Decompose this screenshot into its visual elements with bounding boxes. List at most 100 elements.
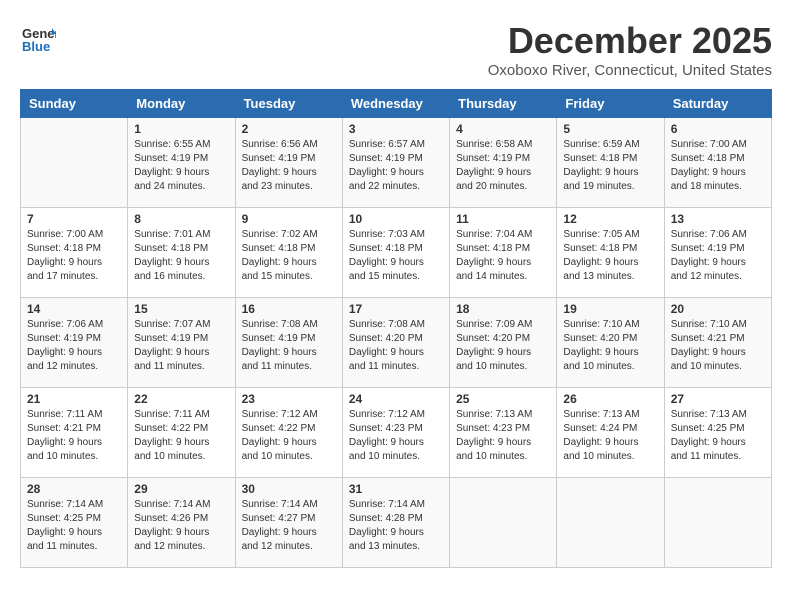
day-info: Sunrise: 6:56 AMSunset: 4:19 PMDaylight:… xyxy=(242,138,336,194)
calendar-cell: 14 Sunrise: 7:06 AMSunset: 4:19 PMDayligh… xyxy=(21,298,128,388)
day-number: 19 xyxy=(563,302,657,316)
day-info: Sunrise: 7:11 AMSunset: 4:21 PMDaylight:… xyxy=(27,408,121,464)
weekday-header: Saturday xyxy=(664,90,771,118)
weekday-header: Sunday xyxy=(21,90,128,118)
calendar-cell: 27 Sunrise: 7:13 AMSunset: 4:25 PMDayligh… xyxy=(664,388,771,478)
day-number: 6 xyxy=(671,122,765,136)
weekday-header: Thursday xyxy=(450,90,557,118)
calendar-cell xyxy=(664,478,771,568)
day-number: 14 xyxy=(27,302,121,316)
weekday-row: SundayMondayTuesdayWednesdayThursdayFrid… xyxy=(21,90,772,118)
calendar-table: SundayMondayTuesdayWednesdayThursdayFrid… xyxy=(20,89,772,568)
calendar-cell: 17 Sunrise: 7:08 AMSunset: 4:20 PMDayligh… xyxy=(342,298,449,388)
day-info: Sunrise: 7:14 AMSunset: 4:25 PMDaylight:… xyxy=(27,498,121,554)
day-info: Sunrise: 7:13 AMSunset: 4:23 PMDaylight:… xyxy=(456,408,550,464)
day-number: 8 xyxy=(134,212,228,226)
day-number: 27 xyxy=(671,392,765,406)
day-number: 23 xyxy=(242,392,336,406)
title-area: December 2025 Oxoboxo River, Connecticut… xyxy=(488,20,772,79)
calendar-cell: 19Sunrise: 7:10 AMSunset: 4:20 PMDayligh… xyxy=(557,298,664,388)
calendar-week-row: 7Sunrise: 7:00 AMSunset: 4:18 PMDaylight… xyxy=(21,208,772,298)
logo: General Blue xyxy=(20,20,56,56)
calendar-cell: 15Sunrise: 7:07 AMSunset: 4:19 PMDayligh… xyxy=(128,298,235,388)
day-info: Sunrise: 7:01 AMSunset: 4:18 PMDaylight:… xyxy=(134,228,228,284)
calendar-cell xyxy=(21,118,128,208)
day-info: Sunrise: 6:58 AMSunset: 4:19 PMDaylight:… xyxy=(456,138,550,194)
calendar-cell: 22Sunrise: 7:11 AMSunset: 4:22 PMDayligh… xyxy=(128,388,235,478)
calendar-cell: 18 Sunrise: 7:09 AMSunset: 4:20 PMDayligh… xyxy=(450,298,557,388)
calendar-cell xyxy=(450,478,557,568)
calendar-cell: 9 Sunrise: 7:02 AMSunset: 4:18 PMDaylight… xyxy=(235,208,342,298)
day-info: Sunrise: 7:06 AMSunset: 4:19 PMDaylight:… xyxy=(671,228,765,284)
day-info: Sunrise: 7:13 AMSunset: 4:25 PMDaylight:… xyxy=(671,408,765,464)
day-number: 30 xyxy=(242,482,336,496)
calendar-cell: 23Sunrise: 7:12 AMSunset: 4:22 PMDayligh… xyxy=(235,388,342,478)
logo-icon: General Blue xyxy=(20,20,56,56)
weekday-header: Friday xyxy=(557,90,664,118)
calendar-cell: 21Sunrise: 7:11 AMSunset: 4:21 PMDayligh… xyxy=(21,388,128,478)
calendar-cell: 28Sunrise: 7:14 AMSunset: 4:25 PMDayligh… xyxy=(21,478,128,568)
calendar-cell: 11 Sunrise: 7:04 AMSunset: 4:18 PMDayligh… xyxy=(450,208,557,298)
day-number: 29 xyxy=(134,482,228,496)
day-info: Sunrise: 7:08 AMSunset: 4:20 PMDaylight:… xyxy=(349,318,443,374)
svg-text:Blue: Blue xyxy=(22,39,50,54)
day-number: 3 xyxy=(349,122,443,136)
day-number: 26 xyxy=(563,392,657,406)
day-info: Sunrise: 7:13 AMSunset: 4:24 PMDaylight:… xyxy=(563,408,657,464)
calendar-cell: 29 Sunrise: 7:14 AMSunset: 4:26 PMDayligh… xyxy=(128,478,235,568)
calendar-cell: 8 Sunrise: 7:01 AMSunset: 4:18 PMDaylight… xyxy=(128,208,235,298)
day-number: 25 xyxy=(456,392,550,406)
day-info: Sunrise: 7:09 AMSunset: 4:20 PMDaylight:… xyxy=(456,318,550,374)
day-info: Sunrise: 6:57 AMSunset: 4:19 PMDaylight:… xyxy=(349,138,443,194)
location-title: Oxoboxo River, Connecticut, United State… xyxy=(488,62,772,79)
day-number: 13 xyxy=(671,212,765,226)
month-title: December 2025 xyxy=(488,20,772,62)
calendar-cell: 25 Sunrise: 7:13 AMSunset: 4:23 PMDayligh… xyxy=(450,388,557,478)
day-number: 12 xyxy=(563,212,657,226)
day-number: 11 xyxy=(456,212,550,226)
calendar-cell: 31Sunrise: 7:14 AMSunset: 4:28 PMDayligh… xyxy=(342,478,449,568)
day-number: 1 xyxy=(134,122,228,136)
day-info: Sunrise: 7:14 AMSunset: 4:26 PMDaylight:… xyxy=(134,498,228,554)
day-number: 5 xyxy=(563,122,657,136)
day-info: Sunrise: 7:08 AMSunset: 4:19 PMDaylight:… xyxy=(242,318,336,374)
day-info: Sunrise: 6:55 AMSunset: 4:19 PMDaylight:… xyxy=(134,138,228,194)
day-number: 16 xyxy=(242,302,336,316)
day-info: Sunrise: 7:10 AMSunset: 4:21 PMDaylight:… xyxy=(671,318,765,374)
day-number: 7 xyxy=(27,212,121,226)
day-info: Sunrise: 7:05 AMSunset: 4:18 PMDaylight:… xyxy=(563,228,657,284)
weekday-header: Monday xyxy=(128,90,235,118)
calendar-cell: 4Sunrise: 6:58 AMSunset: 4:19 PMDaylight… xyxy=(450,118,557,208)
day-info: Sunrise: 7:00 AMSunset: 4:18 PMDaylight:… xyxy=(671,138,765,194)
calendar-cell: 30 Sunrise: 7:14 AMSunset: 4:27 PMDayligh… xyxy=(235,478,342,568)
calendar-cell: 20 Sunrise: 7:10 AMSunset: 4:21 PMDayligh… xyxy=(664,298,771,388)
day-number: 18 xyxy=(456,302,550,316)
weekday-header: Tuesday xyxy=(235,90,342,118)
calendar-cell: 5 Sunrise: 6:59 AMSunset: 4:18 PMDaylight… xyxy=(557,118,664,208)
day-info: Sunrise: 7:03 AMSunset: 4:18 PMDaylight:… xyxy=(349,228,443,284)
calendar-cell: 7Sunrise: 7:00 AMSunset: 4:18 PMDaylight… xyxy=(21,208,128,298)
day-info: Sunrise: 6:59 AMSunset: 4:18 PMDaylight:… xyxy=(563,138,657,194)
page-header: General Blue December 2025 Oxoboxo River… xyxy=(20,20,772,79)
calendar-week-row: 28Sunrise: 7:14 AMSunset: 4:25 PMDayligh… xyxy=(21,478,772,568)
day-number: 17 xyxy=(349,302,443,316)
calendar-cell: 16 Sunrise: 7:08 AMSunset: 4:19 PMDayligh… xyxy=(235,298,342,388)
day-info: Sunrise: 7:12 AMSunset: 4:23 PMDaylight:… xyxy=(349,408,443,464)
calendar-cell: 13 Sunrise: 7:06 AMSunset: 4:19 PMDayligh… xyxy=(664,208,771,298)
calendar-cell: 12 Sunrise: 7:05 AMSunset: 4:18 PMDayligh… xyxy=(557,208,664,298)
day-info: Sunrise: 7:04 AMSunset: 4:18 PMDaylight:… xyxy=(456,228,550,284)
calendar-cell: 26 Sunrise: 7:13 AMSunset: 4:24 PMDayligh… xyxy=(557,388,664,478)
calendar-cell: 3 Sunrise: 6:57 AMSunset: 4:19 PMDaylight… xyxy=(342,118,449,208)
day-info: Sunrise: 7:11 AMSunset: 4:22 PMDaylight:… xyxy=(134,408,228,464)
day-info: Sunrise: 7:07 AMSunset: 4:19 PMDaylight:… xyxy=(134,318,228,374)
calendar-cell: 2Sunrise: 6:56 AMSunset: 4:19 PMDaylight… xyxy=(235,118,342,208)
day-number: 24 xyxy=(349,392,443,406)
day-info: Sunrise: 7:14 AMSunset: 4:27 PMDaylight:… xyxy=(242,498,336,554)
day-number: 9 xyxy=(242,212,336,226)
day-info: Sunrise: 7:06 AMSunset: 4:19 PMDaylight:… xyxy=(27,318,121,374)
calendar-body: 1 Sunrise: 6:55 AMSunset: 4:19 PMDaylight… xyxy=(21,118,772,568)
weekday-header: Wednesday xyxy=(342,90,449,118)
day-info: Sunrise: 7:02 AMSunset: 4:18 PMDaylight:… xyxy=(242,228,336,284)
calendar-header: SundayMondayTuesdayWednesdayThursdayFrid… xyxy=(21,90,772,118)
day-number: 20 xyxy=(671,302,765,316)
